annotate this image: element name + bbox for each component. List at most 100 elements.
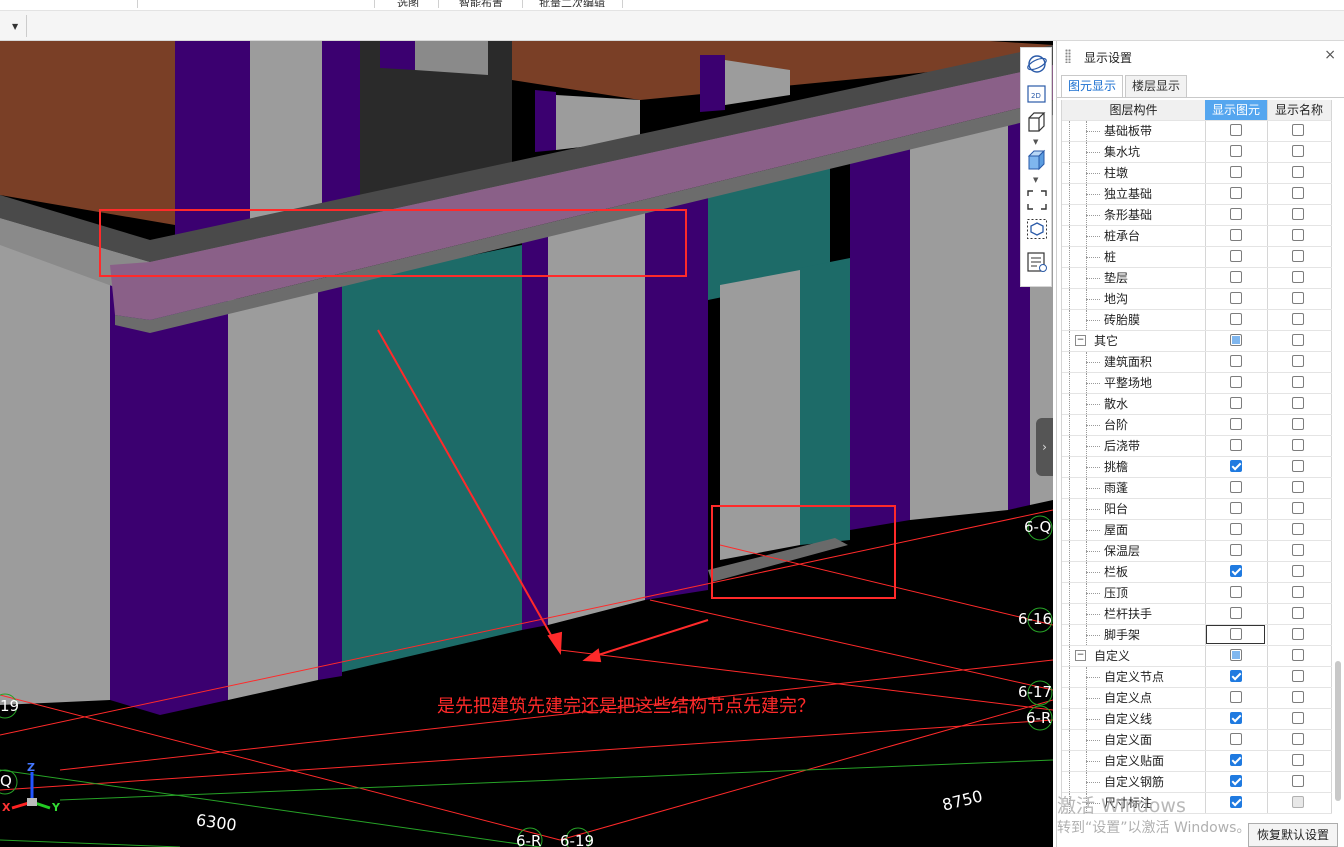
show-element-checkbox[interactable] xyxy=(1230,439,1242,451)
show-name-checkbox[interactable] xyxy=(1292,628,1304,640)
column-header-layer[interactable]: 图层构件 xyxy=(1062,100,1206,120)
dropdown-arrow-icon[interactable]: ▼ xyxy=(12,22,18,31)
close-icon[interactable]: × xyxy=(1324,47,1336,63)
show-name-checkbox[interactable] xyxy=(1292,523,1304,535)
column-header-show-element[interactable]: 显示图元 xyxy=(1205,100,1268,120)
show-name-checkbox[interactable] xyxy=(1292,418,1304,430)
show-name-checkbox[interactable] xyxy=(1292,187,1304,199)
show-name-checkbox[interactable] xyxy=(1292,670,1304,682)
layer-row[interactable]: 屋面 xyxy=(1062,520,1332,541)
layer-row[interactable]: 条形基础 xyxy=(1062,205,1332,226)
show-element-checkbox[interactable] xyxy=(1230,544,1242,556)
show-name-checkbox[interactable] xyxy=(1292,544,1304,556)
layer-row[interactable]: 建筑面积 xyxy=(1062,352,1332,373)
show-name-checkbox[interactable] xyxy=(1292,565,1304,577)
display-settings-icon[interactable] xyxy=(1026,251,1048,273)
tree-group-row[interactable]: − 自定义 xyxy=(1062,646,1332,667)
show-element-checkbox[interactable] xyxy=(1230,313,1242,325)
layer-row[interactable]: 平整场地 xyxy=(1062,373,1332,394)
3d-viewport[interactable]: 是先把建筑先建完还是把这些结构节点先建完？ 6-Q 6-16 6-17 6-R … xyxy=(0,41,1053,847)
layer-row[interactable]: 基础板带 xyxy=(1062,121,1332,142)
dropdown-arrow-icon[interactable]: ▼ xyxy=(1033,138,1038,146)
layer-row[interactable]: 桩承台 xyxy=(1062,226,1332,247)
show-element-checkbox[interactable] xyxy=(1230,670,1242,682)
show-element-checkbox[interactable] xyxy=(1230,502,1242,514)
show-element-checkbox[interactable] xyxy=(1230,229,1242,241)
show-name-checkbox[interactable] xyxy=(1292,712,1304,724)
show-name-checkbox[interactable] xyxy=(1292,733,1304,745)
layer-row[interactable]: 挑檐 xyxy=(1062,457,1332,478)
2d-view-icon[interactable]: 2D xyxy=(1026,83,1048,105)
show-element-checkbox[interactable] xyxy=(1230,376,1242,388)
layer-row[interactable]: 砖胎膜 xyxy=(1062,310,1332,331)
layer-row[interactable]: 自定义节点 xyxy=(1062,667,1332,688)
layer-row[interactable]: 阳台 xyxy=(1062,499,1332,520)
show-name-checkbox[interactable] xyxy=(1292,481,1304,493)
tab-floor-display[interactable]: 楼层显示 xyxy=(1125,75,1188,98)
show-element-checkbox[interactable] xyxy=(1230,334,1242,346)
show-name-checkbox[interactable] xyxy=(1292,334,1304,346)
layer-row[interactable]: 保温层 xyxy=(1062,541,1332,562)
panel-expander-chevron-icon[interactable]: › xyxy=(1036,418,1053,476)
3d-box-icon[interactable] xyxy=(1026,111,1048,133)
show-element-checkbox[interactable] xyxy=(1230,733,1242,745)
layer-row[interactable]: 独立基础 xyxy=(1062,184,1332,205)
layer-row[interactable]: 柱墩 xyxy=(1062,163,1332,184)
tree-group-row[interactable]: − 其它 xyxy=(1062,331,1332,352)
show-name-checkbox[interactable] xyxy=(1292,397,1304,409)
tab-element-display[interactable]: 图元显示 xyxy=(1061,75,1124,98)
tab-select[interactable]: 选图 xyxy=(397,0,419,7)
layer-row[interactable]: 脚手架 xyxy=(1062,625,1332,646)
show-name-checkbox[interactable] xyxy=(1292,292,1304,304)
show-element-checkbox[interactable] xyxy=(1230,649,1242,661)
show-element-checkbox[interactable] xyxy=(1230,124,1242,136)
3d-solid-box-icon[interactable] xyxy=(1026,149,1048,171)
layer-row[interactable]: 雨蓬 xyxy=(1062,478,1332,499)
collapse-toggle-icon[interactable]: − xyxy=(1075,335,1086,346)
layer-row[interactable]: 垫层 xyxy=(1062,268,1332,289)
column-header-show-name[interactable]: 显示名称 xyxy=(1267,100,1332,120)
show-name-checkbox[interactable] xyxy=(1292,124,1304,136)
show-name-checkbox[interactable] xyxy=(1292,502,1304,514)
layer-row[interactable]: 集水坑 xyxy=(1062,142,1332,163)
show-name-checkbox[interactable] xyxy=(1292,229,1304,241)
full-screen-icon[interactable] xyxy=(1026,189,1048,211)
show-name-checkbox[interactable] xyxy=(1292,313,1304,325)
show-name-checkbox[interactable] xyxy=(1292,607,1304,619)
show-element-checkbox[interactable] xyxy=(1230,754,1242,766)
show-element-checkbox[interactable] xyxy=(1230,166,1242,178)
show-name-checkbox[interactable] xyxy=(1292,691,1304,703)
show-element-checkbox[interactable] xyxy=(1230,271,1242,283)
show-name-checkbox[interactable] xyxy=(1292,271,1304,283)
restore-defaults-button[interactable]: 恢复默认设置 xyxy=(1248,823,1338,847)
show-name-checkbox[interactable] xyxy=(1292,775,1304,787)
layer-row[interactable]: 栏杆扶手 xyxy=(1062,604,1332,625)
show-element-checkbox[interactable] xyxy=(1230,397,1242,409)
layer-row[interactable]: 压顶 xyxy=(1062,583,1332,604)
show-element-checkbox[interactable] xyxy=(1230,208,1242,220)
show-element-checkbox[interactable] xyxy=(1230,586,1242,598)
show-element-checkbox[interactable] xyxy=(1230,565,1242,577)
show-element-checkbox[interactable] xyxy=(1230,460,1242,472)
show-name-checkbox[interactable] xyxy=(1292,145,1304,157)
layer-row[interactable]: 自定义贴面 xyxy=(1062,751,1332,772)
layer-row[interactable]: 自定义钢筋 xyxy=(1062,772,1332,793)
layer-row[interactable]: 自定义面 xyxy=(1062,730,1332,751)
scrollbar[interactable] xyxy=(1335,661,1341,801)
show-element-checkbox[interactable] xyxy=(1230,481,1242,493)
box-select-icon[interactable] xyxy=(1026,218,1048,240)
show-name-checkbox[interactable] xyxy=(1292,250,1304,262)
collapse-toggle-icon[interactable]: − xyxy=(1075,650,1086,661)
show-name-checkbox[interactable] xyxy=(1292,649,1304,661)
show-element-checkbox[interactable] xyxy=(1230,292,1242,304)
show-name-checkbox[interactable] xyxy=(1292,166,1304,178)
show-name-checkbox[interactable] xyxy=(1292,355,1304,367)
layer-row[interactable]: 自定义点 xyxy=(1062,688,1332,709)
tab-batch-edit[interactable]: 批量二次编辑 xyxy=(539,0,605,7)
orbit-icon[interactable] xyxy=(1026,53,1048,75)
show-element-checkbox[interactable] xyxy=(1230,691,1242,703)
show-name-checkbox[interactable] xyxy=(1292,439,1304,451)
show-element-checkbox[interactable] xyxy=(1230,250,1242,262)
show-name-checkbox[interactable] xyxy=(1292,586,1304,598)
tab-smart-layout[interactable]: 智能布置 xyxy=(459,0,503,7)
